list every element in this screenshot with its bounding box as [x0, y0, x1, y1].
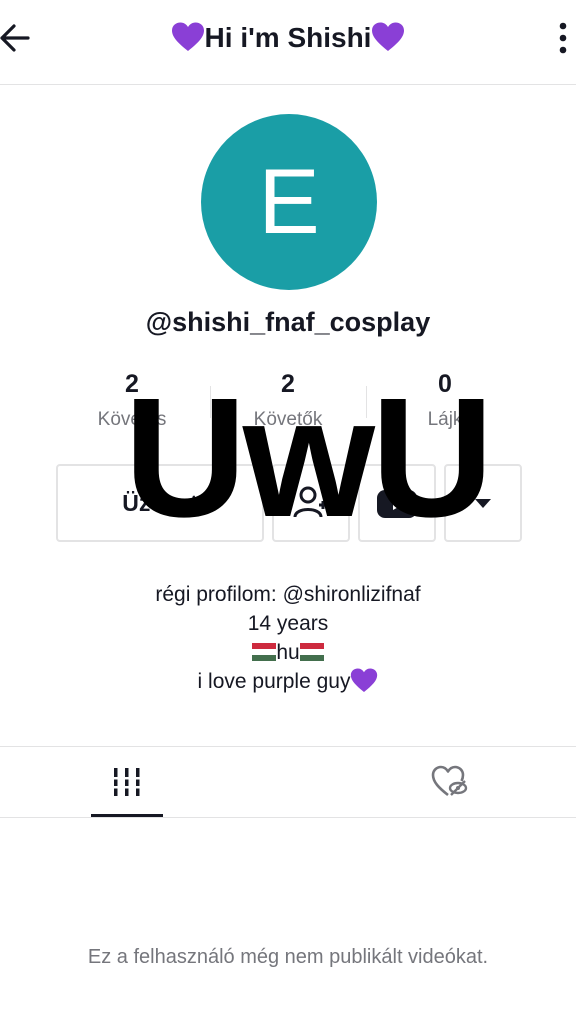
- purple-heart-icon: [171, 22, 204, 51]
- username: @shishi_fnaf_cosplay: [145, 307, 431, 337]
- page-title: Hi i'm Shishi: [0, 20, 576, 56]
- empty-state-message: Ez a felhasználó még nem publikált videó…: [87, 946, 489, 968]
- hungary-flag-icon: [299, 643, 324, 661]
- tab-videos[interactable]: [91, 747, 163, 817]
- bio-line: 14 years: [247, 612, 329, 635]
- page-title-text: Hi i'm Shishi: [204, 22, 372, 53]
- bio-line: hu: [0, 638, 576, 667]
- tab-active-indicator: [91, 814, 163, 817]
- purple-heart-icon: [351, 668, 378, 693]
- top-bar: Hi i'm Shishi: [0, 0, 576, 85]
- profile-tabs: [0, 746, 576, 818]
- tab-liked[interactable]: [414, 747, 486, 817]
- bio-country: hu: [276, 641, 300, 664]
- more-vertical-icon[interactable]: [556, 18, 570, 58]
- hungary-flag-icon: [252, 643, 277, 661]
- bio: régi profilom: @shironlizifnaf 14 years …: [0, 580, 576, 696]
- bio-line-text: i love purple guy: [197, 670, 351, 693]
- avatar[interactable]: E: [201, 114, 377, 290]
- bio-line: régi profilom: @shironlizifnaf: [155, 583, 421, 606]
- purple-heart-icon: [372, 22, 405, 51]
- avatar-letter: E: [258, 151, 320, 253]
- bio-line: i love purple guy: [0, 667, 576, 696]
- liked-hidden-icon: [431, 765, 468, 797]
- overlay-text: UwU: [124, 363, 494, 553]
- grid-icon: [112, 768, 142, 796]
